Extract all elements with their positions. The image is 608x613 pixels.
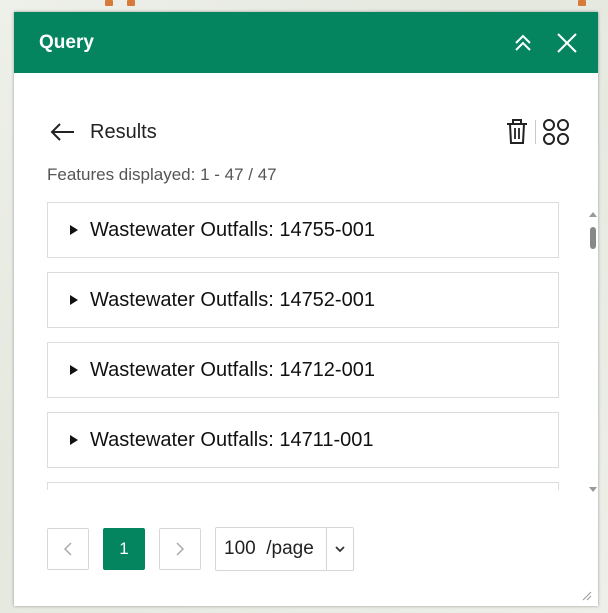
page-size-value: 100 /page	[224, 538, 314, 559]
list-scrollbar[interactable]	[588, 212, 598, 492]
results-list: Wastewater Outfalls: 14755-001 Wastewate…	[47, 202, 559, 490]
list-item-label: Wastewater Outfalls: 14752-001	[90, 288, 375, 311]
back-button[interactable]: Results	[50, 121, 157, 144]
scroll-down-arrow-icon[interactable]	[589, 487, 597, 492]
chevron-left-icon	[63, 542, 72, 556]
list-item-label: Wastewater Outfalls: 14711-001	[90, 428, 374, 451]
panel-header: Query	[14, 12, 598, 73]
current-page-button[interactable]: 1	[103, 528, 145, 570]
list-item[interactable]: Wastewater Outfalls: 14711-001	[47, 412, 559, 468]
results-tools	[505, 118, 570, 146]
map-marker	[127, 0, 135, 6]
map-marker	[578, 0, 586, 6]
scroll-up-arrow-icon[interactable]	[589, 212, 597, 217]
header-actions	[510, 30, 580, 56]
close-button[interactable]	[554, 30, 580, 56]
expand-triangle-icon	[70, 435, 78, 445]
expand-triangle-icon	[70, 365, 78, 375]
resize-handle[interactable]	[580, 588, 592, 601]
features-displayed: Features displayed: 1 - 47 / 47	[47, 165, 277, 184]
list-item-partial[interactable]	[47, 482, 559, 490]
chevrons-up-icon	[515, 34, 531, 51]
list-item-label: Wastewater Outfalls: 14712-001	[90, 358, 375, 381]
next-page-button[interactable]	[159, 528, 201, 570]
grid-options-icon	[543, 119, 569, 145]
panel-title: Query	[39, 31, 94, 53]
chevron-down-icon	[325, 528, 353, 570]
toolbar-divider	[535, 120, 536, 144]
options-button[interactable]	[542, 118, 570, 146]
results-label: Results	[90, 120, 157, 143]
prev-page-button[interactable]	[47, 528, 89, 570]
trash-icon	[507, 119, 527, 144]
expand-triangle-icon	[70, 295, 78, 305]
page-size-select[interactable]: 100 /page	[215, 527, 354, 571]
map-marker	[105, 0, 113, 6]
collapse-button[interactable]	[510, 30, 536, 56]
list-item[interactable]: Wastewater Outfalls: 14752-001	[47, 272, 559, 328]
query-panel: Query Results Features displayed: 1 - 47…	[14, 12, 598, 606]
arrow-left-icon	[50, 123, 74, 141]
pagination: 1 100 /page	[47, 527, 354, 571]
clear-results-button[interactable]	[505, 119, 529, 145]
expand-triangle-icon	[70, 225, 78, 235]
results-toolbar: Results	[50, 115, 570, 149]
scroll-thumb[interactable]	[590, 227, 596, 249]
chevron-right-icon	[176, 542, 185, 556]
list-item[interactable]: Wastewater Outfalls: 14755-001	[47, 202, 559, 258]
list-item[interactable]: Wastewater Outfalls: 14712-001	[47, 342, 559, 398]
list-item-label: Wastewater Outfalls: 14755-001	[90, 218, 375, 241]
close-icon	[557, 32, 577, 53]
